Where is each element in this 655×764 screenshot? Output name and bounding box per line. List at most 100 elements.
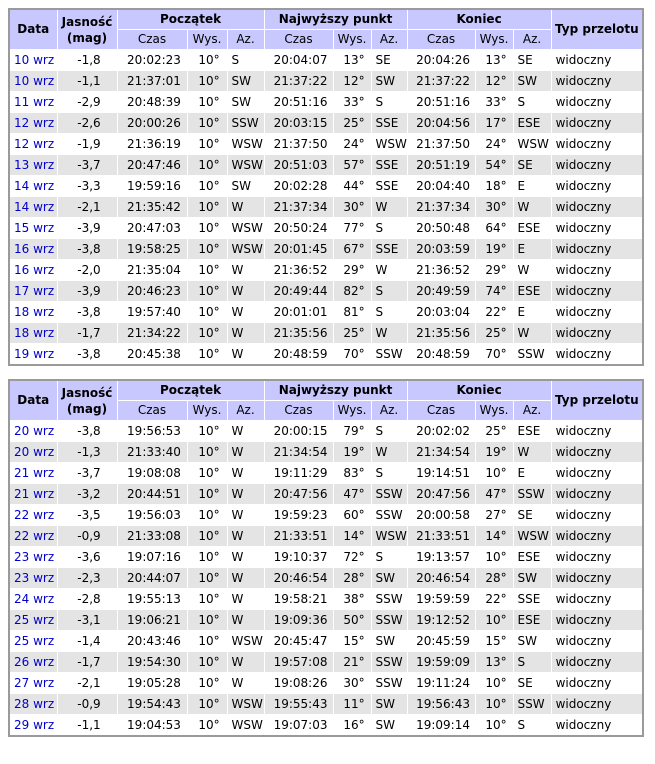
highest-altitude: 70°	[332, 343, 372, 366]
date-link[interactable]: 12 wrz	[14, 116, 54, 130]
end-altitude: 29°	[474, 259, 514, 281]
start-time: 19:56:03	[116, 504, 188, 526]
highest-azimuth: W	[370, 259, 408, 281]
end-time: 20:03:04	[406, 301, 476, 323]
highest-azimuth: WSW	[370, 525, 408, 547]
start-altitude: 10°	[186, 693, 228, 715]
date-link[interactable]: 25 wrz	[14, 613, 54, 627]
end-altitude: 17°	[474, 112, 514, 134]
magnitude: -2,0	[56, 259, 118, 281]
pass-type: widoczny	[550, 196, 644, 218]
highest-altitude: 77°	[332, 217, 372, 239]
date-link[interactable]: 11 wrz	[14, 95, 54, 109]
date-link[interactable]: 16 wrz	[14, 263, 54, 277]
start-azimuth: W	[226, 504, 265, 526]
start-time: 20:45:38	[116, 343, 188, 366]
start-time: 19:06:21	[116, 609, 188, 631]
date-link[interactable]: 22 wrz	[14, 529, 54, 543]
date-link[interactable]: 27 wrz	[14, 676, 54, 690]
header-end-azimuth: Az.	[512, 29, 552, 50]
header-magnitude-unit: (mag)	[66, 401, 108, 416]
end-azimuth: SE	[512, 504, 552, 526]
date-link[interactable]: 20 wrz	[14, 424, 54, 438]
start-altitude: 10°	[186, 133, 228, 155]
date-link[interactable]: 22 wrz	[14, 508, 54, 522]
magnitude: -3,8	[56, 420, 118, 442]
table-row: 27 wrz -2,1 19:05:28 10° W 19:08:26 30° SSW 19:1…	[8, 672, 644, 694]
header-highest-azimuth: Az.	[370, 400, 408, 421]
date-link[interactable]: 26 wrz	[14, 655, 54, 669]
date-link[interactable]: 18 wrz	[14, 326, 54, 340]
date-link[interactable]: 15 wrz	[14, 221, 54, 235]
date-link[interactable]: 25 wrz	[14, 634, 54, 648]
end-azimuth: E	[512, 462, 552, 484]
date-link[interactable]: 23 wrz	[14, 550, 54, 564]
date-link[interactable]: 28 wrz	[14, 697, 54, 711]
highest-azimuth: SSE	[370, 154, 408, 176]
highest-time: 19:57:08	[263, 651, 334, 673]
highest-azimuth: SSW	[370, 651, 408, 673]
date-link[interactable]: 12 wrz	[14, 137, 54, 151]
date-link[interactable]: 16 wrz	[14, 242, 54, 256]
date-link[interactable]: 20 wrz	[14, 445, 54, 459]
start-azimuth: SSW	[226, 112, 265, 134]
end-azimuth: ESE	[512, 280, 552, 302]
pass-type: widoczny	[550, 217, 644, 239]
start-altitude: 10°	[186, 301, 228, 323]
highest-azimuth: SSE	[370, 238, 408, 260]
table-row: 10 wrz -1,8 20:02:23 10° S 20:04:07 13° SE 20:04…	[8, 49, 644, 71]
date-link[interactable]: 17 wrz	[14, 284, 54, 298]
highest-azimuth: SW	[370, 567, 408, 589]
date-link[interactable]: 18 wrz	[14, 305, 54, 319]
pass-type: widoczny	[550, 49, 644, 71]
highest-time: 19:58:21	[263, 588, 334, 610]
table-row: 22 wrz -0,9 21:33:08 10° W 21:33:51 14° WSW 21:3…	[8, 525, 644, 547]
pass-type: widoczny	[550, 280, 644, 302]
highest-azimuth: W	[370, 322, 408, 344]
magnitude: -3,6	[56, 546, 118, 568]
table-row: 15 wrz -3,9 20:47:03 10° WSW 20:50:24 77° S 20:5…	[8, 217, 644, 239]
end-time: 21:36:52	[406, 259, 476, 281]
end-time: 19:59:59	[406, 588, 476, 610]
magnitude: -1,7	[56, 322, 118, 344]
date-link[interactable]: 14 wrz	[14, 179, 54, 193]
highest-azimuth: SW	[370, 630, 408, 652]
start-altitude: 10°	[186, 441, 228, 463]
date-link[interactable]: 23 wrz	[14, 571, 54, 585]
date-link[interactable]: 14 wrz	[14, 200, 54, 214]
table-row: 18 wrz -3,8 19:57:40 10° W 20:01:01 81° S 20:03:…	[8, 301, 644, 323]
date-link[interactable]: 10 wrz	[14, 74, 54, 88]
date-link[interactable]: 21 wrz	[14, 466, 54, 480]
end-time: 20:50:48	[406, 217, 476, 239]
pass-type: widoczny	[550, 609, 644, 631]
date-cell: 26 wrz	[8, 651, 58, 673]
header-end-altitude: Wys.	[474, 400, 514, 421]
highest-azimuth: S	[370, 217, 408, 239]
highest-azimuth: SSW	[370, 609, 408, 631]
end-altitude: 13°	[474, 651, 514, 673]
date-link[interactable]: 19 wrz	[14, 347, 54, 361]
end-altitude: 10°	[474, 462, 514, 484]
header-start-altitude: Wys.	[186, 400, 228, 421]
start-time: 21:37:01	[116, 70, 188, 92]
highest-time: 21:33:51	[263, 525, 334, 547]
table-row: 24 wrz -2,8 19:55:13 10° W 19:58:21 38° SSW 19:5…	[8, 588, 644, 610]
start-altitude: 10°	[186, 91, 228, 113]
date-link[interactable]: 29 wrz	[14, 718, 54, 732]
start-time: 19:07:16	[116, 546, 188, 568]
start-azimuth: W	[226, 588, 265, 610]
end-azimuth: WSW	[512, 133, 552, 155]
magnitude: -3,8	[56, 343, 118, 366]
date-link[interactable]: 24 wrz	[14, 592, 54, 606]
end-time: 19:14:51	[406, 462, 476, 484]
end-time: 21:35:56	[406, 322, 476, 344]
start-time: 19:59:16	[116, 175, 188, 197]
highest-azimuth: SE	[370, 49, 408, 71]
highest-altitude: 79°	[332, 420, 372, 442]
end-azimuth: S	[512, 714, 552, 737]
date-link[interactable]: 10 wrz	[14, 53, 54, 67]
date-link[interactable]: 13 wrz	[14, 158, 54, 172]
magnitude: -3,2	[56, 483, 118, 505]
date-link[interactable]: 21 wrz	[14, 487, 54, 501]
highest-time: 19:11:29	[263, 462, 334, 484]
